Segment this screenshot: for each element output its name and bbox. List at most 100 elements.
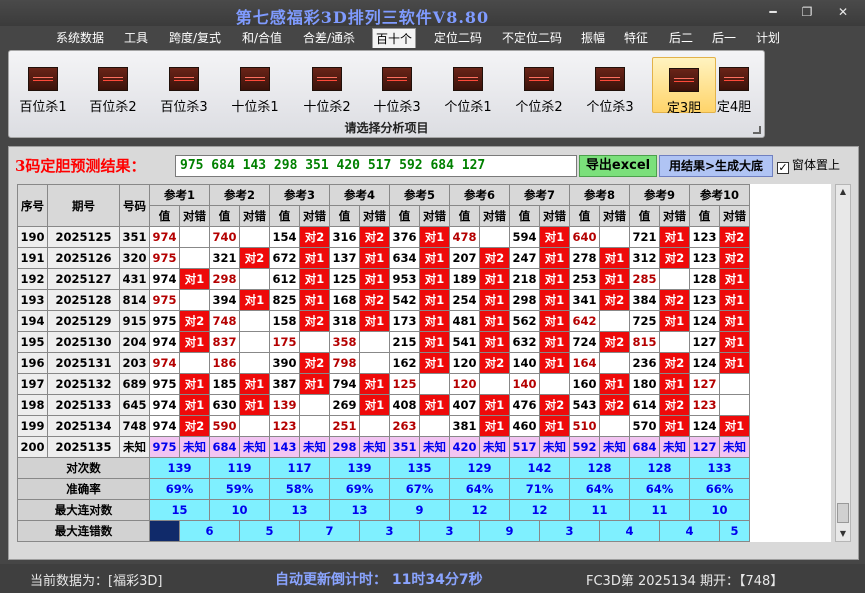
- hit-badge: 对1: [539, 310, 570, 332]
- header-ref-5: 参考5: [389, 184, 450, 206]
- hit-badge: 对2: [299, 352, 330, 374]
- ribbon-button-6[interactable]: 十位杀3: [365, 57, 429, 115]
- header-value: 值: [509, 205, 540, 227]
- predicted-value-cell: 684: [629, 436, 660, 458]
- predicted-value-cell: 517: [509, 436, 540, 458]
- miss-cell: [239, 352, 270, 374]
- ribbon-button-7[interactable]: 个位杀1: [436, 57, 500, 115]
- hit-badge: 对2: [539, 394, 570, 416]
- miss-cell: [239, 268, 270, 290]
- menu-item-10[interactable]: 特征: [618, 28, 654, 48]
- table-row[interactable]: 190 2025125 351 974 740 154 对2 316 对2 376 对1 478 594…: [17, 226, 750, 248]
- predicted-value-cell: 143: [269, 436, 300, 458]
- row-seq: 196: [17, 352, 48, 374]
- ref-value-cell: 975: [149, 247, 180, 269]
- table-row[interactable]: 199 2025134 748 974 对2 590 123 251 263 381 对1 460 对1…: [17, 415, 750, 437]
- stats-value-cell: 11: [569, 499, 630, 521]
- minimize-button[interactable]: ━: [760, 4, 786, 20]
- hit-badge: 对1: [179, 268, 210, 290]
- prediction-row[interactable]: 200 2025135 未知 975 未知 684 未知 143 未知 298 未知 351 未知 420…: [17, 436, 750, 458]
- ref-value-cell: 186: [209, 352, 240, 374]
- menu-item-9[interactable]: 振幅: [576, 28, 610, 48]
- table-row[interactable]: 196 2025131 203 974 186 390 对2 798 162 对1 120 对2 140…: [17, 352, 750, 374]
- ref-value-cell: 218: [509, 268, 540, 290]
- table-row[interactable]: 191 2025126 320 975 321 对2 672 对1 137 对1 634 对1 207 对…: [17, 247, 750, 269]
- ref-value-cell: 614: [629, 394, 660, 416]
- prediction-result-field[interactable]: 975 684 143 298 351 420 517 592 684 127: [175, 155, 577, 177]
- table-row[interactable]: 197 2025132 689 975 对1 185 对1 387 对1 794 对1 125 120 1…: [17, 373, 750, 395]
- ribbon-button-1[interactable]: 百位杀1: [11, 57, 75, 115]
- status-bar: 当前数据为：[福彩3D] 自动更新倒计时： 11时34分7秒 FC3D第 202…: [0, 564, 865, 593]
- stats-row: 对次数 139 119 117 139 135 129 142 128 128 133: [17, 457, 750, 479]
- menu-item-7[interactable]: 定位二码: [428, 28, 488, 48]
- hit-badge: 对2: [659, 394, 690, 416]
- menu-item-6[interactable]: 百十个: [372, 28, 416, 48]
- table-row[interactable]: 198 2025133 645 974 对1 630 对1 139 269 对1 408 对1 407 对…: [17, 394, 750, 416]
- hit-badge: 对1: [239, 394, 270, 416]
- close-button[interactable]: ✕: [830, 4, 856, 20]
- ref-value-cell: 358: [329, 331, 360, 353]
- stats-value-cell: 15: [149, 499, 210, 521]
- ribbon-button-11[interactable]: 定4胆: [708, 57, 760, 115]
- hit-badge: 对1: [299, 373, 330, 395]
- menu-item-11[interactable]: 后二: [664, 28, 698, 48]
- ribbon-button-label: 十位杀3: [373, 100, 421, 115]
- header-result: 对错: [539, 205, 570, 227]
- menu-item-3[interactable]: 跨度/复式: [162, 28, 228, 48]
- ref-value-cell: 312: [629, 247, 660, 269]
- maximize-button[interactable]: ❐: [794, 4, 820, 20]
- header-value: 值: [149, 205, 180, 227]
- ribbon-button-label: 百位杀3: [160, 100, 208, 115]
- predicted-value-cell: 975: [149, 436, 180, 458]
- ribbon-button-8[interactable]: 个位杀2: [507, 57, 571, 115]
- hit-badge: 对2: [659, 352, 690, 374]
- ribbon-button-3[interactable]: 百位杀3: [152, 57, 216, 115]
- analysis-grid[interactable]: 序号 期号 号码 参考1 参考2 参考3 参考4 参考5 参考6 参考7 参考8 参考9 参考10 值对错…: [17, 184, 831, 542]
- window-ontop-toggle[interactable]: ✓ 窗体置上: [777, 155, 840, 177]
- menu-item-4[interactable]: 和/合值: [236, 28, 288, 48]
- scroll-down-icon[interactable]: ▼: [836, 527, 850, 541]
- vertical-scrollbar[interactable]: ▲ ▼: [835, 184, 851, 542]
- ribbon-button-2[interactable]: 百位杀2: [81, 57, 145, 115]
- table-row[interactable]: 194 2025129 915 975 对2 748 158 对2 318 对1 173 对1 481 对…: [17, 310, 750, 332]
- menu-item-5[interactable]: 合差/通杀: [296, 28, 362, 48]
- table-row[interactable]: 192 2025127 431 974 对1 298 612 对1 125 对1 953 对1 189 对…: [17, 268, 750, 290]
- menu-item-13[interactable]: 计划: [750, 28, 786, 48]
- table-row[interactable]: 195 2025130 204 974 对1 837 175 358 215 对1 541 对1 632…: [17, 331, 750, 353]
- menu-item-1[interactable]: 系统数据: [50, 28, 110, 48]
- menu-item-2[interactable]: 工具: [118, 28, 154, 48]
- main-panel: 3码定胆预测结果： 975 684 143 298 351 420 517 59…: [8, 146, 859, 560]
- ref-value-cell: 390: [269, 352, 300, 374]
- stats-value-cell: 139: [149, 457, 210, 479]
- hit-badge: 对1: [719, 310, 750, 332]
- ref-value-cell: 481: [449, 310, 480, 332]
- ribbon-button-10[interactable]: 定3胆: [652, 57, 716, 116]
- ref-value-cell: 476: [509, 394, 540, 416]
- table-row[interactable]: 193 2025128 814 975 394 对1 825 对1 168 对2 542 对1 254 对…: [17, 289, 750, 311]
- ref-value-cell: 837: [209, 331, 240, 353]
- hit-badge: 对1: [179, 394, 210, 416]
- row-period: 2025135: [47, 436, 120, 458]
- row-period: 2025133: [47, 394, 120, 416]
- ribbon-button-label: 定3胆: [666, 101, 702, 116]
- scrollbar-thumb[interactable]: [837, 503, 849, 523]
- generate-base-button[interactable]: 用结果>生成大底: [659, 155, 773, 177]
- scroll-up-icon[interactable]: ▲: [836, 185, 850, 199]
- ribbon-button-9[interactable]: 个位杀3: [578, 57, 642, 115]
- hit-badge: 对2: [659, 289, 690, 311]
- ref-value-cell: 381: [449, 415, 480, 437]
- ontop-checkbox[interactable]: ✓: [777, 162, 789, 174]
- chart-icon: [28, 67, 58, 91]
- export-excel-button[interactable]: 导出excel: [579, 155, 657, 177]
- menu-item-12[interactable]: 后一: [706, 28, 742, 48]
- stats-value-cell: 128: [629, 457, 690, 479]
- hit-badge: 对1: [539, 415, 570, 437]
- ref-value-cell: 570: [629, 415, 660, 437]
- stats-value-cell: 12: [449, 499, 510, 521]
- ribbon-button-5[interactable]: 十位杀2: [295, 57, 359, 115]
- ref-value-cell: 236: [629, 352, 660, 374]
- hit-badge: 对1: [539, 352, 570, 374]
- ribbon-expand-icon[interactable]: [753, 126, 761, 134]
- menu-item-8[interactable]: 不定位二码: [496, 28, 568, 48]
- ribbon-button-4[interactable]: 十位杀1: [223, 57, 287, 115]
